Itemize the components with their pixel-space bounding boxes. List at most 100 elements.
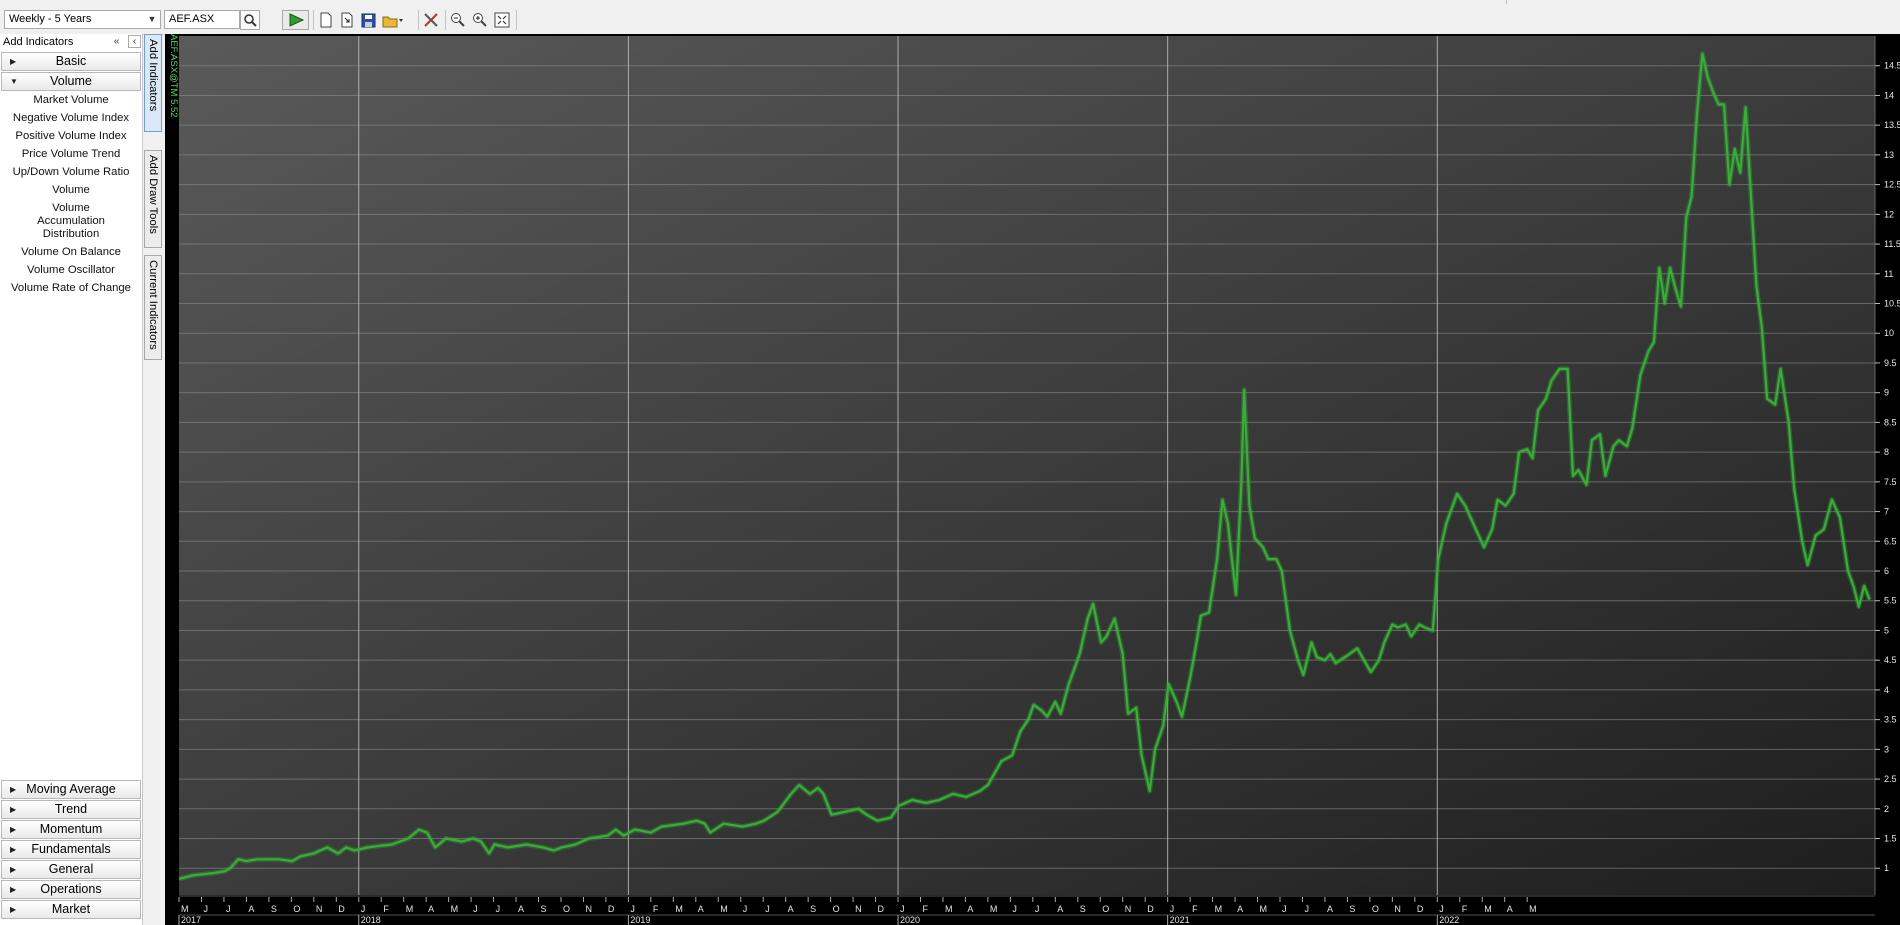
year-label: 2020 (900, 915, 920, 925)
folder-open-icon (382, 16, 403, 27)
list-item[interactable]: Volume Accumulation Distribution (0, 200, 142, 244)
x-tick-label: N (1394, 904, 1401, 914)
save-button[interactable] (358, 10, 378, 30)
expand-icon: ▶ (10, 905, 17, 914)
y-tick-label: 1 (1884, 863, 1889, 873)
y-tick-label: 5.5 (1884, 596, 1897, 606)
play-button[interactable] (282, 10, 309, 30)
category-basic[interactable]: ▶ Basic (1, 52, 141, 71)
x-tick-label: J (473, 904, 478, 914)
period-select[interactable]: Weekly - 5 Years ▼ (4, 10, 161, 29)
x-tick-label: N (316, 904, 323, 914)
x-tick-label: M (945, 904, 953, 914)
x-tick-label: S (1349, 904, 1355, 914)
category-market[interactable]: ▶ Market (1, 900, 141, 919)
y-tick-label: 13.5 (1884, 120, 1900, 130)
chart-canvas[interactable]: 11.522.533.544.555.566.577.588.599.51010… (165, 34, 1900, 925)
x-tick-label: A (428, 904, 434, 914)
x-tick-label: J (765, 904, 770, 914)
category-volume[interactable]: ▼ Volume (1, 72, 141, 91)
category-label: Basic (55, 54, 87, 68)
list-item[interactable]: Market Volume (0, 92, 142, 110)
category-general[interactable]: ▶ General (1, 860, 141, 879)
x-tick-label: S (271, 904, 277, 914)
x-tick-label: M (451, 904, 459, 914)
x-tick-label: O (1102, 904, 1109, 914)
x-tick-label: J (1304, 904, 1309, 914)
category-fundamentals[interactable]: ▶ Fundamentals (1, 840, 141, 859)
category-operations[interactable]: ▶ Operations (1, 880, 141, 899)
list-item[interactable]: Negative Volume Index (0, 110, 142, 128)
list-item[interactable]: Positive Volume Index (0, 128, 142, 146)
collapse-all-icon[interactable]: « (110, 35, 123, 48)
x-tick-label: F (922, 904, 928, 914)
list-item[interactable]: Volume Oscillator (0, 262, 142, 280)
search-button[interactable] (240, 10, 260, 30)
export-button[interactable] (337, 10, 357, 30)
x-tick-label: A (1507, 904, 1513, 914)
expand-icon: ▶ (10, 57, 17, 66)
x-tick-label: J (900, 904, 905, 914)
category-trend[interactable]: ▶ Trend (1, 800, 141, 819)
open-button[interactable] (381, 10, 405, 30)
y-tick-label: 1.5 (1884, 834, 1897, 844)
x-tick-label: A (1057, 904, 1063, 914)
x-tick-label: D (878, 904, 885, 914)
x-tick-label: J (1170, 904, 1175, 914)
fit-button[interactable] (492, 10, 512, 30)
symbol-input[interactable]: AEF.ASX (164, 10, 240, 29)
x-tick-label: S (1080, 904, 1086, 914)
new-document-icon (320, 12, 332, 28)
symbol-value: AEF.ASX (169, 13, 215, 25)
y-axis: 11.522.533.544.555.566.577.588.599.51010… (1874, 36, 1900, 895)
y-tick-label: 8.5 (1884, 417, 1897, 427)
y-tick-label: 2 (1884, 804, 1889, 814)
list-item[interactable]: Up/Down Volume Ratio (0, 164, 142, 182)
x-tick-label: N (585, 904, 592, 914)
y-tick-label: 9.5 (1884, 358, 1897, 368)
x-tick-label: S (541, 904, 547, 914)
expand-icon: ▶ (10, 845, 17, 854)
y-tick-label: 14.5 (1884, 61, 1900, 71)
zoom-out-button[interactable] (448, 10, 468, 30)
x-tick-label: D (608, 904, 615, 914)
list-item[interactable]: Volume On Balance (0, 244, 142, 262)
x-tick-label: N (1125, 904, 1132, 914)
tab-current-indicators[interactable]: Current Indicators (144, 255, 162, 360)
tab-add-draw-tools[interactable]: Add Draw Tools (144, 150, 162, 248)
tools-button[interactable] (421, 10, 441, 30)
y-tick-label: 4 (1884, 685, 1889, 695)
list-item[interactable]: Volume (0, 182, 142, 200)
x-tick-label: D (1147, 904, 1154, 914)
category-moving-average[interactable]: ▶ Moving Average (1, 780, 141, 799)
x-tick-label: F (383, 904, 389, 914)
tab-add-indicators[interactable]: Add Indicators (144, 34, 162, 132)
y-tick-label: 14 (1884, 90, 1894, 100)
year-label: 2018 (361, 915, 381, 925)
zoom-in-button[interactable] (470, 10, 490, 30)
indicator-panel: Add Indicators « ‹ ▶ Basic ▼ Volume Mark… (0, 34, 143, 925)
price-chart[interactable]: 1 1.5 2 2.5 3 3.5 4 4.5 5 5.5 6 6.5 7 7.5 8 8.5 9 9.5 10 10… (165, 34, 1900, 925)
panel-title: Add Indicators (3, 36, 74, 48)
search-icon (244, 14, 257, 27)
list-item[interactable]: Volume Rate of Change (0, 280, 142, 298)
y-tick-label: 8 (1884, 447, 1889, 457)
x-tick-label: J (1439, 904, 1444, 914)
expand-icon: ▶ (10, 805, 17, 814)
x-tick-label: A (1237, 904, 1243, 914)
category-momentum[interactable]: ▶ Momentum (1, 820, 141, 839)
plot-background (179, 36, 1875, 895)
chevron-left-icon[interactable]: ‹ (128, 35, 141, 48)
fit-screen-icon (494, 12, 510, 28)
x-tick-label: J (630, 904, 635, 914)
chevron-down-icon: ▼ (147, 14, 157, 24)
x-tick-label: O (563, 904, 570, 914)
y-tick-label: 10 (1884, 328, 1894, 338)
new-chart-button[interactable] (316, 10, 336, 30)
y-tick-label: 3 (1884, 744, 1889, 754)
category-label: General (48, 862, 94, 876)
category-label: Operations (40, 882, 102, 896)
list-item[interactable]: Price Volume Trend (0, 146, 142, 164)
x-tick-label: A (1327, 904, 1333, 914)
x-tick-label: J (1012, 904, 1017, 914)
